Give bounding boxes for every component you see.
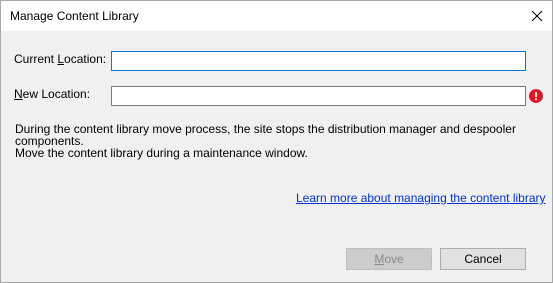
current-location-label: Current Location: bbox=[14, 52, 106, 66]
new-location-label: New Location: bbox=[14, 87, 90, 101]
move-button[interactable]: Move bbox=[346, 248, 432, 270]
close-icon bbox=[531, 10, 543, 22]
new-location-input[interactable] bbox=[111, 86, 526, 106]
current-location-label-pre: Current bbox=[14, 52, 58, 66]
dialog-title: Manage Content Library bbox=[10, 9, 139, 23]
current-location-input[interactable] bbox=[111, 51, 526, 71]
new-location-label-post: ew Location: bbox=[22, 87, 91, 101]
move-warning-text: During the content library move process,… bbox=[15, 123, 545, 159]
error-icon bbox=[529, 89, 543, 103]
move-warning-line-1: During the content library move process,… bbox=[15, 122, 516, 148]
move-button-accel: M bbox=[374, 252, 385, 266]
learn-more-link[interactable]: Learn more about managing the content li… bbox=[296, 191, 546, 205]
new-location-label-accel: N bbox=[14, 87, 23, 101]
move-button-rest: ove bbox=[384, 252, 404, 266]
manage-content-library-dialog: Manage Content Library Current Location:… bbox=[0, 0, 553, 283]
close-button[interactable] bbox=[522, 1, 552, 31]
current-location-label-post: ocation: bbox=[64, 52, 107, 66]
move-warning-line-2: Move the content library during a mainte… bbox=[15, 146, 308, 160]
cancel-button[interactable]: Cancel bbox=[440, 248, 526, 270]
title-bar: Manage Content Library bbox=[1, 1, 552, 31]
